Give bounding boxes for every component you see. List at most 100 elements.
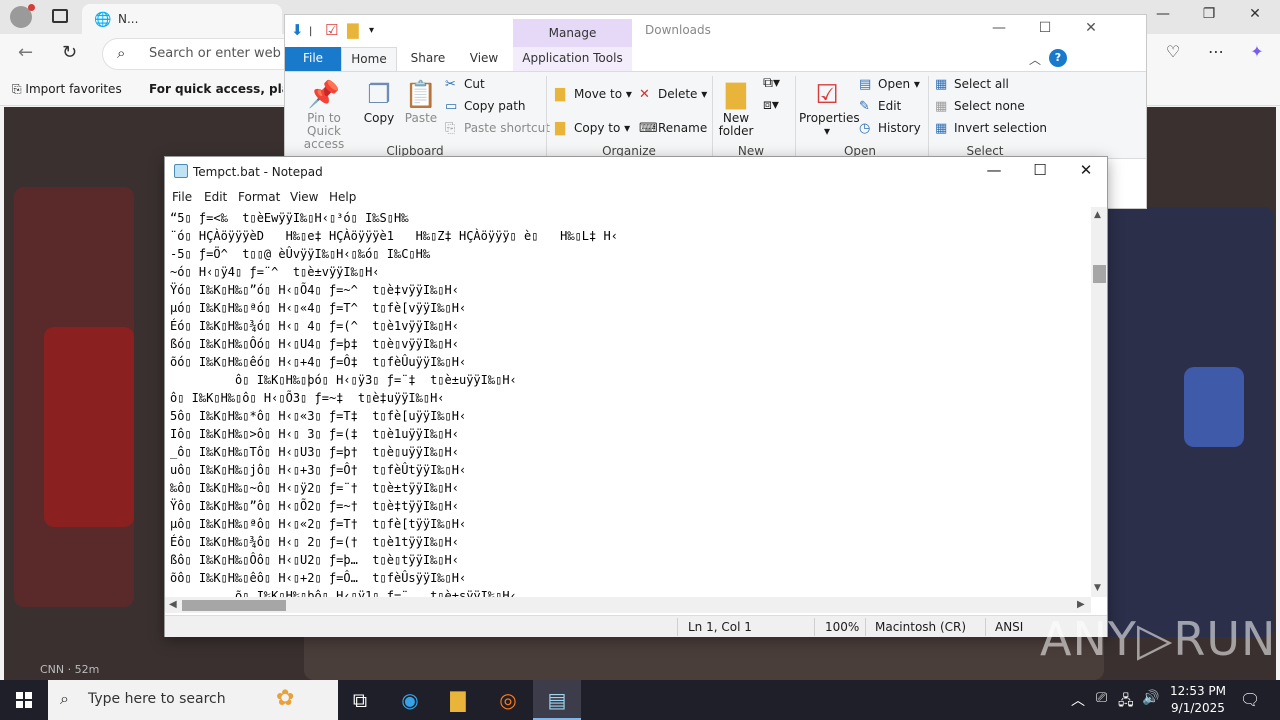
notifications-icon[interactable]: 🗨 — [1240, 690, 1260, 709]
new-folder-button[interactable]: ▇ New folder — [715, 78, 757, 138]
notepad-maximize-button[interactable]: ☐ — [1017, 161, 1063, 179]
tab-actions-icon[interactable] — [52, 9, 68, 23]
menu-file[interactable]: File — [172, 190, 192, 204]
copy-to-button[interactable]: ▇ Copy to ▾ — [555, 121, 630, 136]
refresh-icon[interactable]: ↻ — [62, 42, 77, 63]
task-view-icon[interactable]: ⧉ — [336, 680, 384, 720]
taskbar-search-placeholder: Type here to search — [88, 691, 226, 707]
firefox-taskbar-icon[interactable]: ◎ — [484, 680, 532, 720]
explorer-maximize-button[interactable]: ☐ — [1022, 20, 1068, 36]
edge-close-button[interactable]: ✕ — [1232, 6, 1278, 22]
notepad-close-button[interactable]: ✕ — [1063, 161, 1109, 179]
paste-button[interactable]: 📋 Paste — [401, 78, 441, 125]
menu-edit[interactable]: Edit — [204, 190, 227, 204]
invert-selection-button[interactable]: ▦ Invert selection — [935, 121, 1047, 136]
download-arrow-icon: ⬇ — [291, 21, 304, 39]
scroll-up-icon[interactable]: ▲ — [1094, 210, 1101, 220]
customize-quick-access-icon[interactable]: ▾ — [369, 25, 374, 36]
select-all-label: Select all — [954, 77, 1009, 91]
select-none-button[interactable]: ▦ Select none — [935, 99, 1025, 114]
explorer-close-button[interactable]: ✕ — [1068, 20, 1114, 36]
meet-now-icon[interactable]: ⎚ — [1096, 690, 1107, 706]
properties-button[interactable]: ☑ Properties ▾ — [799, 78, 860, 138]
copy-button[interactable]: ❐ Copy — [361, 78, 397, 125]
help-icon[interactable]: ? — [1049, 49, 1067, 67]
open-button[interactable]: ▤ Open ▾ — [859, 77, 920, 92]
edge-restore-button[interactable]: ❐ — [1186, 6, 1232, 22]
more-menu-icon[interactable]: ⋯ — [1203, 42, 1229, 61]
copy-path-button[interactable]: ▭ Copy path — [445, 99, 526, 114]
taskbar-search[interactable]: ⌕ Type here to search ✿ — [48, 680, 338, 720]
cut-button[interactable]: ✂ Cut — [445, 77, 485, 92]
notepad-titlebar: Tempct.bat - Notepad — ☐ ✕ — [165, 157, 1107, 187]
edit-button[interactable]: ✎ Edit — [859, 99, 901, 114]
line-ending: Macintosh (CR) — [875, 620, 967, 634]
menu-help[interactable]: Help — [329, 190, 356, 204]
manage-context-tab[interactable]: Manage — [513, 19, 632, 47]
zoom-level: 100% — [825, 620, 860, 634]
cut-label: Cut — [464, 77, 485, 91]
text-line: µô▯ I‰K▯H‰▯ªô▯ H‹▯«2▯ ƒ=T† t▯fè[tÿÿI‰▯H‹ — [170, 517, 467, 531]
network-icon[interactable]: 🖧 — [1118, 690, 1134, 714]
history-button[interactable]: ◷ History — [859, 121, 921, 136]
explorer-minimize-button[interactable]: — — [976, 20, 1022, 36]
edge-tab[interactable]: 🌐 N... — [82, 4, 282, 34]
rename-button[interactable]: ⌨Rename — [639, 121, 707, 136]
volume-icon[interactable]: 🔊 — [1142, 690, 1159, 706]
collapse-ribbon-icon[interactable]: ︿ — [1029, 51, 1041, 68]
notepad-minimize-button[interactable]: — — [971, 161, 1017, 179]
search-highlight-icon: ✿ — [276, 686, 295, 711]
text-line: ßó▯ I‰K▯H‰▯Ôó▯ H‹▯U4▯ ƒ=þ‡ t▯è▯vÿÿI‰▯H‹ — [170, 337, 459, 351]
copy-path-label: Copy path — [464, 99, 526, 113]
tab-home[interactable]: Home — [341, 47, 397, 71]
start-button[interactable] — [0, 680, 48, 720]
file-explorer-taskbar-icon[interactable]: ▇ — [434, 680, 482, 720]
delete-button[interactable]: ✕ Delete ▾ — [639, 87, 707, 102]
delete-x-icon: ✕ — [639, 87, 650, 102]
easy-access-icon[interactable]: ⧈▾ — [763, 97, 779, 113]
search-icon: ⌕ — [117, 44, 126, 62]
text-line: Éô▯ I‰K▯H‰▯¾ô▯ H‹▯ 2▯ ƒ=(† t▯è1tÿÿI‰▯H‹ — [170, 535, 459, 549]
vertical-scrollbar[interactable]: ▲ ▼ — [1091, 207, 1107, 597]
group-separator — [712, 76, 713, 156]
properties-quick-icon[interactable]: ☑ — [325, 21, 338, 39]
status-separator — [677, 618, 678, 636]
scroll-left-icon[interactable]: ◀ — [169, 599, 177, 610]
horizontal-scroll-thumb[interactable] — [182, 600, 286, 611]
scroll-down-icon[interactable]: ▼ — [1094, 583, 1101, 593]
back-icon[interactable]: ← — [18, 42, 33, 63]
notepad-taskbar-icon[interactable]: ▤ — [533, 680, 581, 720]
new-item-icon[interactable]: ⧉▾ — [763, 75, 780, 91]
select-all-button[interactable]: ▦ Select all — [935, 77, 1009, 92]
copilot-icon[interactable]: ✦ — [1244, 42, 1270, 61]
address-bar[interactable]: ⌕ Search or enter web a — [102, 38, 302, 70]
tab-view[interactable]: View — [461, 47, 507, 71]
notepad-title: Tempct.bat - Notepad — [193, 165, 323, 179]
text-line: “5▯ ƒ=<‰ t▯èEwÿÿI‰▯H‹▯³ó▯ I‰S▯H‰ — [170, 211, 409, 225]
import-favorites-link[interactable]: ⎘ Import favorites — [12, 82, 122, 97]
show-hidden-icons[interactable]: ︿ — [1071, 690, 1085, 710]
edge-taskbar-icon[interactable]: ◉ — [386, 680, 434, 720]
vertical-scroll-thumb[interactable] — [1093, 265, 1106, 283]
move-to-button[interactable]: ▇ Move to ▾ — [555, 87, 632, 102]
browser-essentials-icon[interactable]: ♡ — [1160, 42, 1186, 61]
tab-share[interactable]: Share — [405, 47, 451, 71]
taskbar-clock[interactable]: 12:53 PM 9/1/2025 — [1166, 683, 1230, 717]
properties-icon: ☑ — [815, 80, 839, 110]
profile-avatar[interactable] — [10, 4, 35, 28]
pin-to-quick-access-button[interactable]: 📌 Pin to Quick access — [289, 78, 359, 151]
paste-shortcut-button[interactable]: ⎘ Paste shortcut — [445, 121, 550, 136]
menu-format[interactable]: Format — [238, 190, 280, 204]
tab-file[interactable]: File — [285, 47, 341, 71]
text-editor[interactable]: “5▯ ƒ=<‰ t▯èEwÿÿI‰▯H‹▯³ó▯ I‰S▯H‰ ¨ó▯ HÇÀö… — [165, 207, 1091, 597]
menu-view[interactable]: View — [290, 190, 318, 204]
tab-application-tools[interactable]: Application Tools — [513, 47, 632, 71]
new-folder-quick-icon[interactable]: ▇ — [347, 21, 359, 39]
scroll-right-icon[interactable]: ▶ — [1077, 599, 1085, 610]
text-line: 5ô▯ I‰K▯H‰▯*ô▯ H‹▯«3▯ ƒ=T‡ t▯fè[uÿÿI‰▯H‹ — [170, 409, 467, 423]
window-title: Downloads — [645, 23, 711, 37]
horizontal-scrollbar[interactable]: ◀ ▶ — [165, 597, 1091, 613]
text-line: Ÿô▯ I‰K▯H‰▯”ô▯ H‹▯Õ2▯ ƒ=~† t▯è‡tÿÿI‰▯H‹ — [170, 499, 459, 513]
rename-icon: ⌨ — [639, 121, 658, 136]
status-separator — [814, 618, 815, 636]
